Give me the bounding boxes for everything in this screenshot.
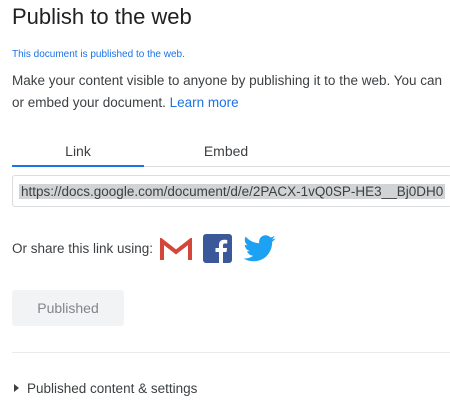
twitter-icon[interactable] <box>243 235 276 267</box>
gmail-icon[interactable] <box>160 236 192 267</box>
learn-more-link[interactable]: Learn more <box>170 95 239 110</box>
active-tab-indicator <box>12 165 144 167</box>
tab-link[interactable]: Link <box>12 136 144 166</box>
published-link-field[interactable]: https://docs.google.com/document/d/e/2PA… <box>12 175 450 207</box>
description-line-2: or embed your document. Learn more <box>12 92 450 114</box>
divider <box>12 352 450 353</box>
dialog-title: Publish to the web <box>12 4 192 29</box>
description-line-1: Make your content visible to anyone by p… <box>12 73 443 88</box>
publish-tabs: Link Embed <box>12 136 450 167</box>
dialog-description: Make your content visible to anyone by p… <box>12 70 450 114</box>
published-status-note: This document is published to the web. <box>12 49 185 60</box>
description-line-2-text: or embed your document. <box>12 95 166 110</box>
published-link-url[interactable]: https://docs.google.com/document/d/e/2PA… <box>19 184 446 199</box>
published-settings-label: Published content & settings <box>27 381 198 396</box>
published-button[interactable]: Published <box>12 290 124 326</box>
facebook-icon[interactable] <box>203 234 232 268</box>
tab-embed[interactable]: Embed <box>160 136 292 166</box>
published-settings-toggle[interactable]: Published content & settings <box>14 381 197 396</box>
caret-right-icon <box>14 384 19 392</box>
publish-dialog: Publish to the web This document is publ… <box>0 0 450 400</box>
share-label: Or share this link using: <box>12 241 154 256</box>
